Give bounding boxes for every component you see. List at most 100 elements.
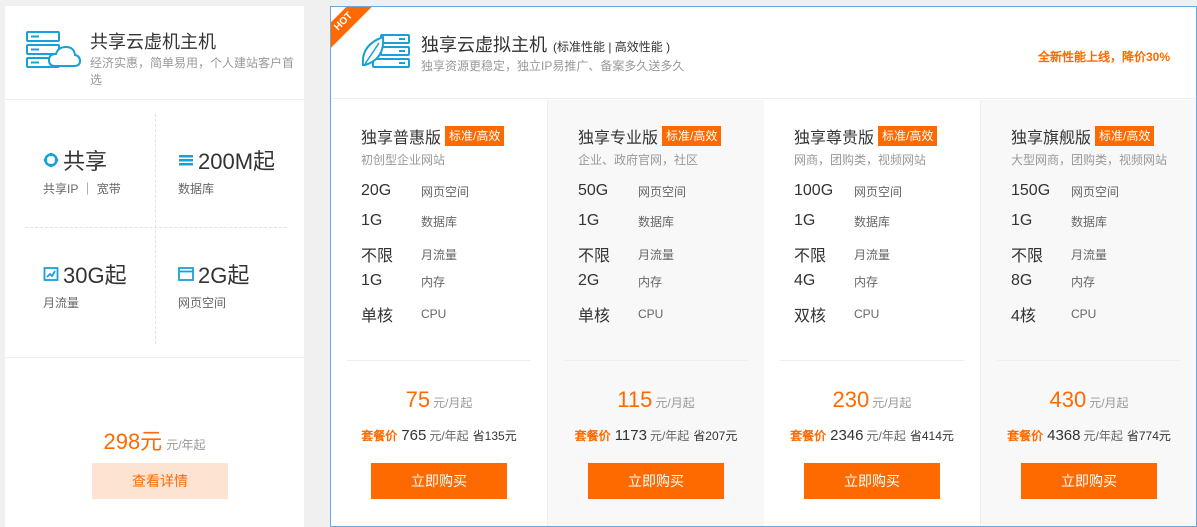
spec-value: 单核 [361,308,394,325]
plan-name: 独享旗舰版 [1011,130,1092,147]
feature-ip: 共享 共享IP ｜ 宽带 [43,144,121,197]
divider [347,360,531,361]
spec-value: 不限 [578,248,611,265]
feature-label: 共享IP ｜ 宽带 [43,182,121,196]
web-space-icon [178,267,194,281]
combo-save: 省207元 [693,429,738,443]
spec-label: CPU [854,307,880,321]
spec-row: 不限 月流量 [361,242,457,266]
plan-tag: 标准/高效 [662,126,722,146]
combo-label: 套餐价 [790,429,827,443]
buy-button[interactable]: 立即购买 [1021,463,1157,499]
price-value: 75 [405,387,431,412]
buy-button[interactable]: 立即购买 [588,463,724,499]
feature-label: 数据库 [178,182,215,196]
spec-label: 内存 [421,274,446,289]
combo-label: 套餐价 [361,429,398,443]
price-unit: 元/月起 [872,396,912,410]
spec-label: CPU [638,307,664,321]
leaf-server-icon [361,34,410,68]
spec-row: 4G 内存 [794,272,878,290]
spec-value: 不限 [794,248,827,265]
title-subtitle: (标准性能 | 高效性能 ) [553,40,671,54]
plan-name: 独享专业版 [578,130,659,147]
feature-value: 共享 [63,149,108,174]
combo-save: 省414元 [909,429,954,443]
feature-label: 月流量 [43,296,80,310]
spec-row: 8G 内存 [1011,272,1095,290]
feature-value: 2G起 [198,263,250,288]
plan-target: 企业、政府官网，社区 [578,153,699,167]
plan-price: 75 元/月起 [331,387,547,413]
view-details-button[interactable]: 查看详情 [92,463,228,499]
plan-target: 大型网商，团购类，视频网站 [1011,153,1168,167]
plan-name: 独享普惠版 [361,130,442,147]
spec-row: 单核 CPU [361,302,446,326]
plan-price: 115 元/月起 [548,387,764,413]
spec-value: 50G [578,182,609,199]
combo-label: 套餐价 [574,429,611,443]
shared-host-desc: 经济实惠，简单易用，个人建站客户首选 [90,56,295,87]
combo-value: 1173 [614,427,647,444]
traffic-icon [43,267,59,281]
price-unit: 元/月起 [655,396,695,410]
server-cloud-icon [26,31,81,68]
database-icon [179,155,193,166]
spec-value: 双核 [794,308,827,325]
spec-row: 双核 CPU [794,302,879,326]
buy-button[interactable]: 立即购买 [371,463,507,499]
spec-value: 1G [361,272,383,289]
combo-price: 套餐价 1173 元/年起 省207元 [548,427,764,444]
spec-label: 月流量 [1071,247,1108,262]
promo-text: 全新性能上线，降价30% [1037,50,1170,64]
feature-value: 200M起 [198,149,276,174]
spec-value: 20G [361,182,392,199]
plan-price: 430 元/月起 [981,387,1196,413]
combo-unit: 元/年起 [649,429,690,443]
spec-value: 1G [361,212,383,229]
shared-host-title: 共享云虚机主机 [90,32,216,52]
plan-card-flagship: 独享旗舰版 标准/高效 大型网商，团购类，视频网站 150G 网页空间 1G 数据库 … [981,100,1196,526]
spec-value: 1G [578,212,600,229]
spec-value: 1G [794,212,816,229]
spec-value: 1G [1011,212,1033,229]
spec-row: 150G 网页空间 [1011,182,1119,200]
spec-label: 月流量 [421,247,458,262]
price-value: 430 [1049,387,1087,412]
divider [155,114,156,344]
spec-label: 内存 [638,274,663,289]
plan-target: 初创型企业网站 [361,153,446,167]
divider [780,360,964,361]
spec-row: 4核 CPU [1011,302,1096,326]
spec-label: 网页空间 [421,184,470,199]
buy-button[interactable]: 立即购买 [804,463,940,499]
spec-row: 50G 网页空间 [578,182,686,200]
shared-host-panel: 共享云虚机主机 经济实惠，简单易用，个人建站客户首选 共享 共享IP ｜ 宽带 [5,6,304,527]
exclusive-host-panel: HOT 独享云虚拟主机 (标准性能 | 高效性能 ) 独享资源更稳定，独立IP易推… [330,6,1197,527]
shared-feature-grid: 共享 共享IP ｜ 宽带 200M起 数据库 30G起 月流量 2G起 网页空间 [5,114,304,359]
plan-target: 网商，团购类，视频网站 [794,153,927,167]
plan-tag: 标准/高效 [878,126,938,146]
price-unit: 元/月起 [1089,396,1129,410]
feature-database: 200M起 数据库 [178,144,275,197]
spec-label: 数据库 [421,214,458,229]
spec-row: 20G 网页空间 [361,182,469,200]
spec-row: 1G 数据库 [794,212,890,230]
spec-value: 2G [578,272,600,289]
plan-price: 230 元/月起 [764,387,980,413]
spec-row: 1G 数据库 [1011,212,1107,230]
spec-value: 4G [794,272,816,289]
spec-label: CPU [1071,307,1097,321]
divider [997,360,1181,361]
spec-row: 1G 数据库 [361,212,457,230]
combo-unit: 元/年起 [429,429,469,443]
plan-name: 独享尊贵版 [794,130,875,147]
combo-save: 省774元 [1126,429,1171,443]
combo-unit: 元/年起 [1083,429,1123,443]
spec-label: 数据库 [854,214,891,229]
ip-icon [43,152,59,168]
combo-price: 套餐价 4368 元/年起 省774元 [981,427,1196,444]
spec-label: 内存 [854,274,879,289]
spec-row: 2G 内存 [578,272,662,290]
spec-label: 月流量 [854,247,891,262]
